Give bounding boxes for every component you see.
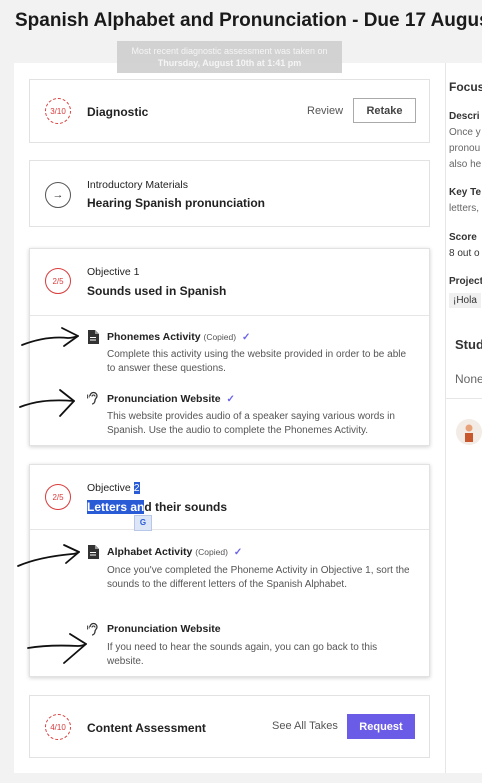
- score-label: Score: [449, 232, 477, 243]
- tooltip-line-1: Most recent diagnostic assessment was ta…: [131, 46, 328, 56]
- activity-title: Pronunciation Website: [107, 393, 221, 405]
- activity-title: Phonemes Activity: [107, 331, 201, 343]
- ear-icon: [87, 391, 98, 405]
- activity-description: Once you've completed the Phoneme Activi…: [107, 565, 410, 590]
- activity-description: If you need to hear the sounds again, yo…: [107, 642, 378, 667]
- content-assessment-card: 4/10 Content Assessment See All Takes Re…: [29, 695, 430, 758]
- intro-label: Introductory Materials: [87, 179, 188, 191]
- pronunciation-website-link[interactable]: Pronunciation Website ✓: [107, 393, 235, 405]
- focus-heading: Focus: [449, 80, 482, 94]
- alphabet-activity-link[interactable]: Alphabet Activity (Copied) ✓: [107, 546, 242, 558]
- copied-tag: (Copied): [203, 332, 237, 342]
- selected-text: 2: [133, 482, 140, 494]
- objective-1-label: Objective 1: [87, 266, 140, 278]
- intro-title: Hearing Spanish pronunciation: [87, 196, 266, 210]
- divider: [30, 529, 429, 530]
- description-label: Descri: [449, 111, 480, 122]
- divider: [30, 315, 429, 316]
- objective-2-card: 2/5 Objective 2 Letters and their sounds…: [29, 464, 430, 677]
- activity-title: Pronunciation Website: [107, 623, 221, 635]
- translate-icon[interactable]: G: [134, 515, 152, 531]
- check-icon: ✓: [233, 547, 243, 558]
- pronunciation-website-link[interactable]: Pronunciation Website: [107, 623, 221, 635]
- key-terms-label: Key Te: [449, 187, 482, 198]
- tooltip-line-2: Thursday, August 10th at 1:41 pm: [157, 58, 302, 68]
- divider: [446, 398, 482, 399]
- document-icon: [88, 330, 99, 344]
- selected-text: Letters an: [87, 500, 145, 514]
- objective-1-score-badge: 2/5: [45, 268, 71, 294]
- document-icon: [88, 545, 99, 559]
- students-heading: Stud: [455, 337, 482, 352]
- see-all-takes-link[interactable]: See All Takes: [272, 720, 338, 732]
- diagnostic-title: Diagnostic: [87, 105, 149, 119]
- content-assessment-title: Content Assessment: [87, 721, 206, 735]
- students-value: None: [455, 372, 482, 386]
- avatar: [456, 419, 482, 445]
- copied-tag: (Copied): [195, 547, 228, 557]
- description-line: pronou: [449, 143, 481, 154]
- objective-2-label-text: Objective: [87, 482, 134, 494]
- key-terms-value: letters,: [449, 203, 480, 214]
- diagnostic-score-badge: 3/10: [45, 98, 71, 124]
- objective-1-card: 2/5 Objective 1 Sounds used in Spanish P…: [29, 248, 430, 446]
- activity-description: Complete this activity using the website…: [107, 349, 407, 374]
- project-label: Project: [449, 276, 482, 287]
- project-chip[interactable]: ¡Hola: [449, 293, 481, 308]
- score-value: 8 out o: [449, 248, 480, 259]
- retake-button[interactable]: Retake: [353, 98, 416, 123]
- objective-2-title-text: d their sounds: [144, 500, 228, 514]
- objective-2-label: Objective 2: [87, 482, 140, 494]
- page-title: Spanish Alphabet and Pronunciation - Due…: [15, 10, 482, 31]
- objective-1-title: Sounds used in Spanish: [87, 284, 227, 298]
- activity-description: This website provides audio of a speaker…: [107, 411, 395, 436]
- request-button[interactable]: Request: [347, 714, 415, 739]
- content-assessment-score-badge: 4/10: [45, 714, 71, 740]
- intro-materials-card[interactable]: → Introductory Materials Hearing Spanish…: [29, 160, 430, 227]
- activity-title: Alphabet Activity: [107, 546, 193, 558]
- diagnostic-card: 3/10 Diagnostic Review Retake: [29, 79, 430, 143]
- description-line: Once y: [449, 127, 481, 138]
- description-line: also he: [449, 159, 482, 170]
- check-icon: ✓: [226, 394, 235, 405]
- arrow-right-icon: →: [45, 182, 71, 208]
- ear-icon: [87, 622, 98, 636]
- objective-2-score-badge: 2/5: [45, 484, 71, 510]
- diagnostic-tooltip: Most recent diagnostic assessment was ta…: [117, 41, 342, 73]
- review-link[interactable]: Review: [307, 105, 343, 117]
- check-icon: ✓: [242, 332, 251, 343]
- objective-2-title: Letters and their sounds: [87, 500, 227, 514]
- phonemes-activity-link[interactable]: Phonemes Activity (Copied) ✓: [107, 331, 250, 343]
